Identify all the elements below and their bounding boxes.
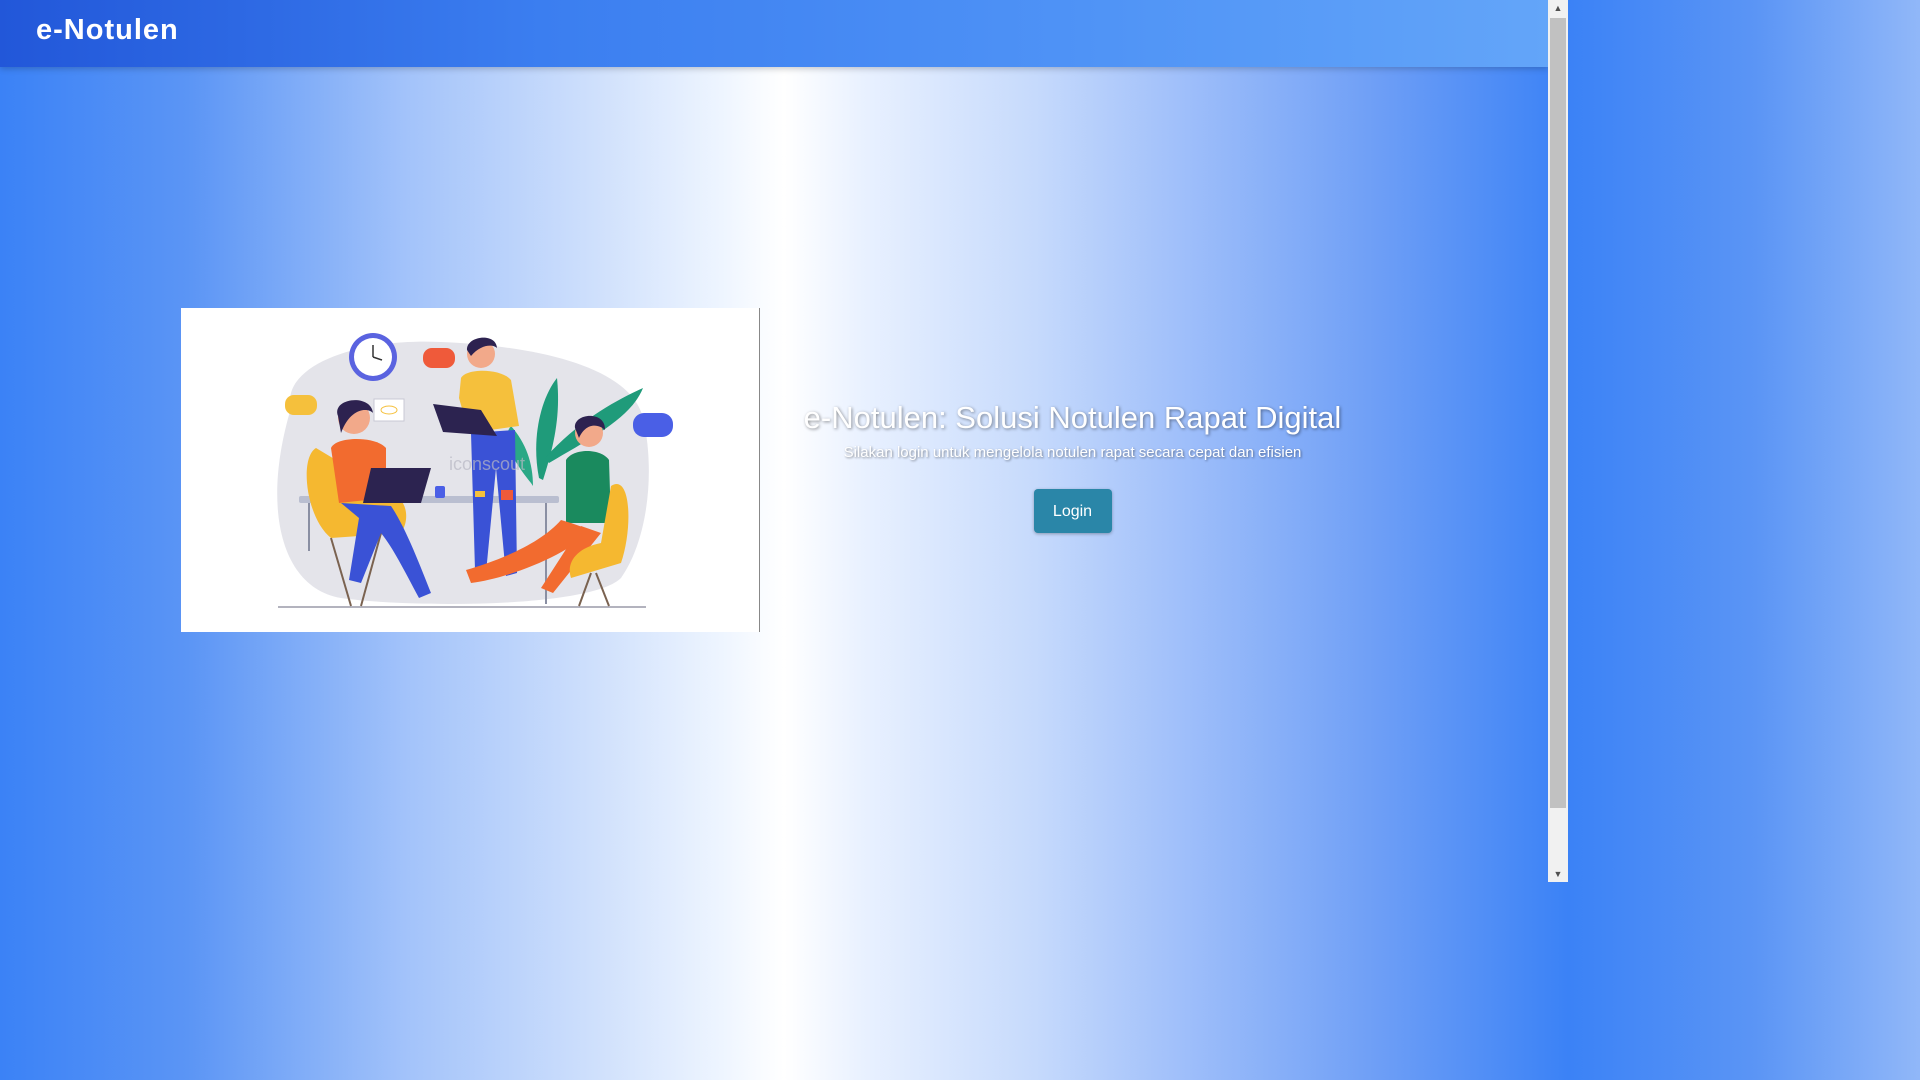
hero-section: e-Notulen: Solusi Notulen Rapat Digital …	[780, 400, 1365, 533]
scroll-down-arrow-icon[interactable]: ▼	[1548, 866, 1568, 882]
login-button[interactable]: Login	[1033, 489, 1112, 533]
watermark-text: iconscout	[449, 454, 525, 474]
team-meeting-illustration: iconscout	[277, 333, 673, 608]
hero-subtitle: Silakan login untuk mengelola notulen ra…	[843, 444, 1302, 461]
scrollbar-thumb[interactable]	[1550, 18, 1566, 808]
vertical-scrollbar[interactable]: ▲ ▼	[1548, 0, 1568, 882]
scroll-up-arrow-icon[interactable]: ▲	[1548, 0, 1568, 16]
brand-logo[interactable]: e-Notulen	[36, 14, 179, 47]
hero-title: e-Notulen: Solusi Notulen Rapat Digital	[803, 400, 1342, 435]
top-navbar: e-Notulen	[0, 0, 1548, 67]
meeting-illustration: iconscout	[181, 308, 760, 632]
